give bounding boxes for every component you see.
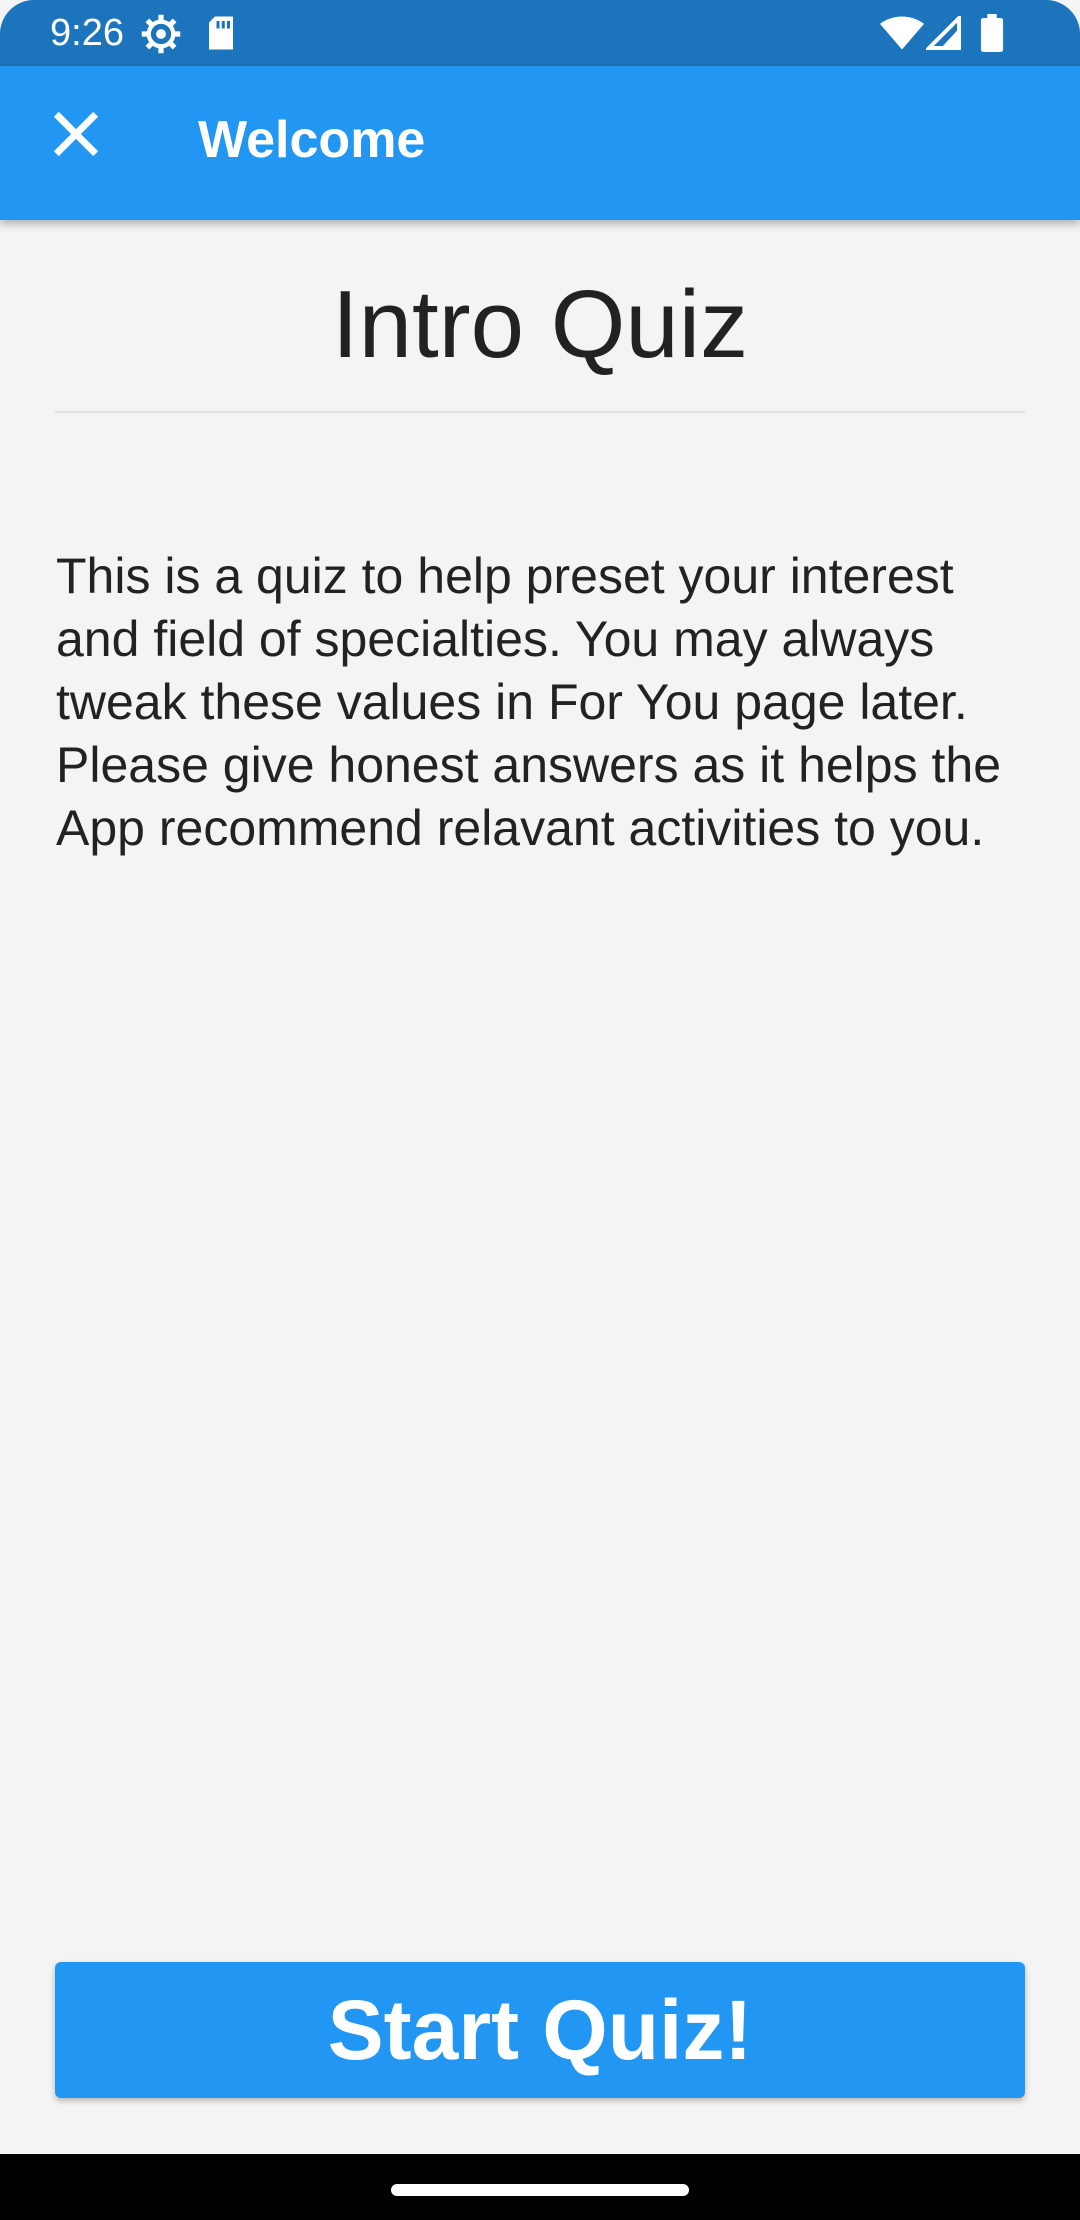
sd-card-icon (206, 15, 236, 56)
battery-icon (980, 14, 1004, 57)
status-bar: 9:26 (0, 0, 1080, 66)
start-quiz-button[interactable]: Start Quiz! (55, 1962, 1025, 2098)
title-divider (55, 411, 1025, 413)
cell-signal-icon (924, 13, 962, 55)
app-bar-title: Welcome (198, 111, 426, 169)
app-bar: Welcome (0, 66, 1080, 220)
wifi-icon (880, 16, 924, 55)
page-title: Intro Quiz (331, 271, 749, 378)
status-time: 9:26 (50, 12, 124, 54)
close-icon (53, 111, 99, 162)
navigation-bar (0, 2154, 1080, 2220)
quiz-description: This is a quiz to help preset your inter… (56, 548, 1001, 856)
close-button[interactable] (36, 96, 116, 176)
settings-gear-icon (140, 13, 182, 60)
home-gesture-handle[interactable] (391, 2184, 689, 2196)
screen: 9:26 Welcome Intro Quiz This is a quiz t… (0, 0, 1080, 2220)
